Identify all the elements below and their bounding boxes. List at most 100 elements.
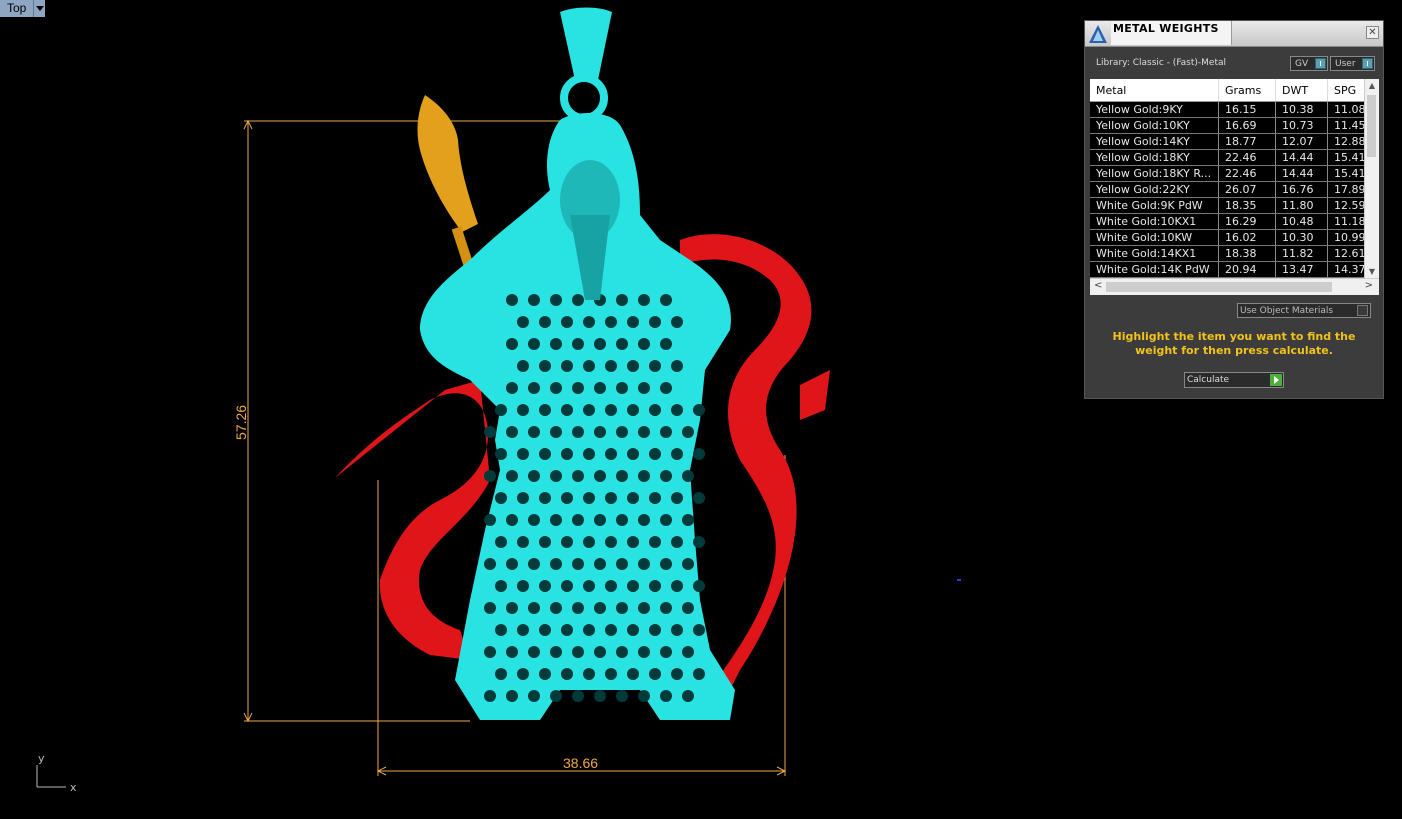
- armor-hole: [682, 690, 694, 702]
- table-row[interactable]: Yellow Gold:18KY R... 22.46 14.44 15.41: [1090, 165, 1375, 182]
- vertical-scroll-thumb[interactable]: [1367, 95, 1376, 157]
- user-toggle-knob[interactable]: [1362, 58, 1373, 69]
- armor-hole: [561, 404, 573, 416]
- close-icon[interactable]: ✕: [1366, 26, 1379, 39]
- gv-toggle-knob[interactable]: [1315, 58, 1326, 69]
- table-row[interactable]: Yellow Gold:18KY 22.46 14.44 15.41: [1090, 149, 1375, 166]
- cell-grams[interactable]: 20.94: [1218, 261, 1276, 278]
- play-icon[interactable]: [1270, 374, 1282, 386]
- gv-toggle-label: GV: [1295, 59, 1309, 69]
- instruction-text: Highlight the item you want to find the …: [1112, 330, 1356, 357]
- use-object-materials-toggle[interactable]: Use Object Materials: [1237, 303, 1371, 318]
- column-header-metal[interactable]: Metal: [1090, 79, 1219, 102]
- horizontal-scroll-thumb[interactable]: [1106, 282, 1332, 292]
- cell-grams[interactable]: 22.46: [1218, 165, 1276, 182]
- armor-hole: [605, 536, 617, 548]
- cell-grams[interactable]: 22.46: [1218, 149, 1276, 166]
- armor-hole: [539, 448, 551, 460]
- table-row[interactable]: Yellow Gold:14KY 18.77 12.07 12.88: [1090, 133, 1375, 150]
- scroll-up-icon[interactable]: ▲: [1367, 81, 1377, 91]
- cell-metal[interactable]: White Gold:14K PdW: [1090, 261, 1219, 278]
- table-row[interactable]: White Gold:14K PdW 20.94 13.47 14.37: [1090, 261, 1375, 278]
- cell-metal[interactable]: Yellow Gold:9KY: [1090, 101, 1219, 118]
- armor-hole: [660, 646, 672, 658]
- viewport-name[interactable]: Top: [0, 0, 35, 17]
- armor-hole: [561, 580, 573, 592]
- cell-metal[interactable]: Yellow Gold:18KY: [1090, 149, 1219, 166]
- viewport-menu-arrow-icon[interactable]: [34, 0, 46, 17]
- armor-hole: [583, 316, 595, 328]
- table-row[interactable]: White Gold:14KX1 18.38 11.82 12.61: [1090, 245, 1375, 262]
- armor-hole: [506, 426, 518, 438]
- armor-hole: [506, 382, 518, 394]
- cell-dwt[interactable]: 14.44: [1275, 149, 1328, 166]
- armor-hole: [693, 404, 705, 416]
- table-row[interactable]: Yellow Gold:9KY 16.15 10.38 11.08: [1090, 101, 1375, 118]
- table-row[interactable]: White Gold:9K PdW 18.35 11.80 12.59: [1090, 197, 1375, 214]
- cell-dwt[interactable]: 10.48: [1275, 213, 1328, 230]
- vertical-scrollbar[interactable]: ▲ ▼: [1364, 79, 1379, 279]
- cell-grams[interactable]: 18.77: [1218, 133, 1276, 150]
- armor-hole: [583, 624, 595, 636]
- cell-dwt[interactable]: 10.38: [1275, 101, 1328, 118]
- cell-metal[interactable]: Yellow Gold:14KY: [1090, 133, 1219, 150]
- table-row[interactable]: Yellow Gold:10KY 16.69 10.73 11.45: [1090, 117, 1375, 134]
- scroll-down-icon[interactable]: ▼: [1367, 267, 1377, 277]
- cell-grams[interactable]: 26.07: [1218, 181, 1276, 198]
- armor-hole: [682, 646, 694, 658]
- scroll-left-icon[interactable]: <: [1094, 280, 1102, 291]
- cell-dwt[interactable]: 11.82: [1275, 245, 1328, 262]
- cell-grams[interactable]: 18.38: [1218, 245, 1276, 262]
- cell-dwt[interactable]: 10.73: [1275, 117, 1328, 134]
- cell-metal[interactable]: Yellow Gold:18KY R...: [1090, 165, 1219, 182]
- table-row[interactable]: Yellow Gold:22KY 26.07 16.76 17.89: [1090, 181, 1375, 198]
- armor-hole: [594, 426, 606, 438]
- armor-hole: [671, 536, 683, 548]
- column-header-grams[interactable]: Grams: [1218, 79, 1276, 102]
- cell-grams[interactable]: 16.69: [1218, 117, 1276, 134]
- armor-hole: [528, 426, 540, 438]
- cell-dwt[interactable]: 14.44: [1275, 165, 1328, 182]
- use-object-materials-checkbox[interactable]: [1357, 305, 1368, 316]
- armor-hole: [550, 294, 562, 306]
- armor-hole: [671, 404, 683, 416]
- cell-dwt[interactable]: 11.80: [1275, 197, 1328, 214]
- column-header-dwt[interactable]: DWT: [1275, 79, 1328, 102]
- armor-hole: [495, 404, 507, 416]
- scroll-right-icon[interactable]: >: [1365, 280, 1373, 291]
- panel-header[interactable]: METAL WEIGHTS ✕: [1085, 21, 1383, 47]
- cell-metal[interactable]: White Gold:10KX1: [1090, 213, 1219, 230]
- cell-dwt[interactable]: 13.47: [1275, 261, 1328, 278]
- cell-grams[interactable]: 18.35: [1218, 197, 1276, 214]
- viewport-tab[interactable]: Top: [0, 0, 46, 17]
- cell-dwt[interactable]: 16.76: [1275, 181, 1328, 198]
- armor-hole: [671, 448, 683, 460]
- stray-point: [957, 579, 961, 581]
- cell-metal[interactable]: White Gold:10KW: [1090, 229, 1219, 246]
- cell-metal[interactable]: White Gold:9K PdW: [1090, 197, 1219, 214]
- armor-hole: [627, 668, 639, 680]
- cell-metal[interactable]: White Gold:14KX1: [1090, 245, 1219, 262]
- cell-grams[interactable]: 16.15: [1218, 101, 1276, 118]
- armor-hole: [660, 690, 672, 702]
- cell-grams[interactable]: 16.02: [1218, 229, 1276, 246]
- table-row[interactable]: White Gold:10KX1 16.29 10.48 11.18: [1090, 213, 1375, 230]
- cell-grams[interactable]: 16.29: [1218, 213, 1276, 230]
- metal-table[interactable]: Metal Grams DWT SPG Yellow Gold:9KY 16.15…: [1090, 79, 1379, 295]
- gv-toggle[interactable]: GV: [1290, 56, 1328, 71]
- armor-hole: [550, 646, 562, 658]
- armor-hole: [693, 668, 705, 680]
- cell-metal[interactable]: Yellow Gold:22KY: [1090, 181, 1219, 198]
- armor-hole: [495, 668, 507, 680]
- user-toggle[interactable]: User: [1330, 56, 1375, 71]
- horizontal-scrollbar[interactable]: < >: [1090, 278, 1379, 295]
- table-row[interactable]: White Gold:10KW 16.02 10.30 10.99: [1090, 229, 1375, 246]
- calculate-button[interactable]: Calculate: [1184, 372, 1284, 388]
- armor-hole: [484, 602, 496, 614]
- armor-hole: [484, 514, 496, 526]
- cell-dwt[interactable]: 12.07: [1275, 133, 1328, 150]
- cell-dwt[interactable]: 10.30: [1275, 229, 1328, 246]
- armor-hole: [682, 426, 694, 438]
- axis-x-label: x: [70, 781, 77, 794]
- cell-metal[interactable]: Yellow Gold:10KY: [1090, 117, 1219, 134]
